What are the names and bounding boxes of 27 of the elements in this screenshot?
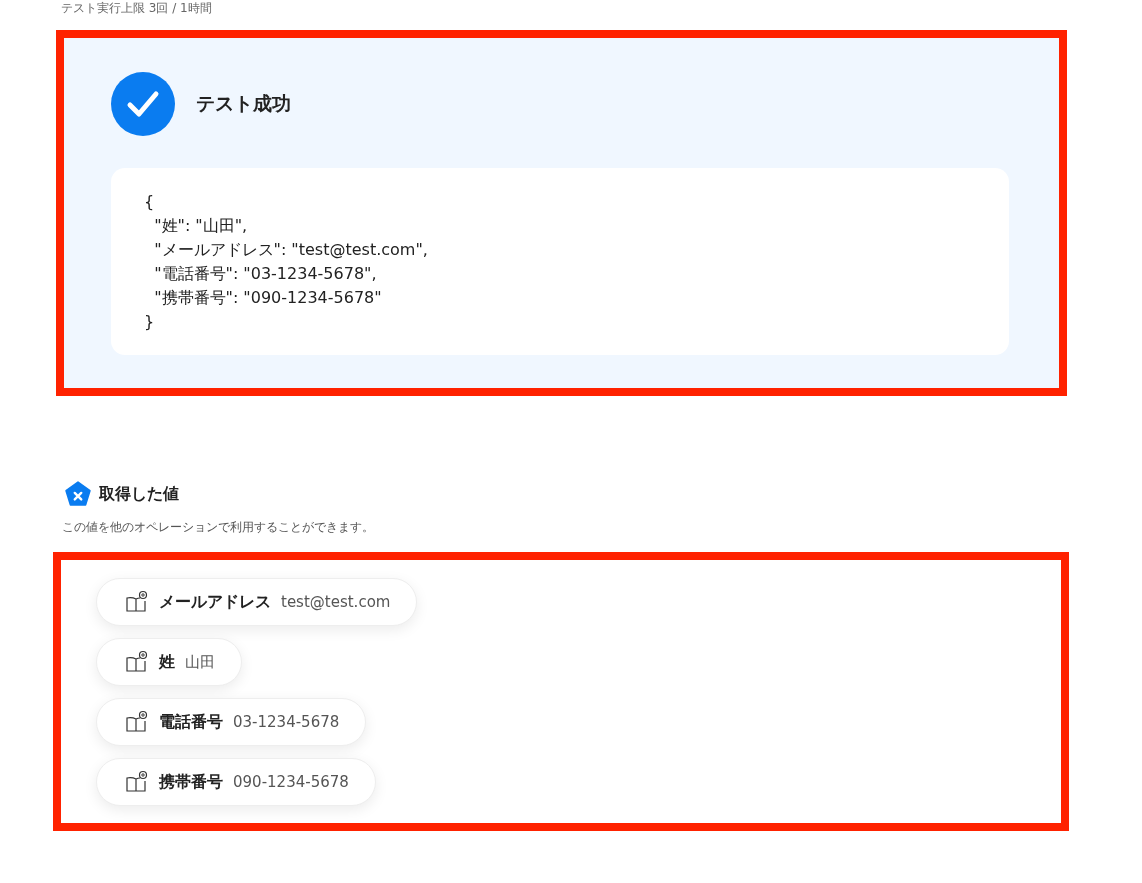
chip-value: 山田 bbox=[185, 652, 215, 672]
book-icon bbox=[125, 770, 149, 794]
code-line: "姓": "山田", bbox=[153, 215, 249, 237]
book-icon bbox=[125, 650, 149, 674]
value-chip[interactable]: メールアドレス test@test.com bbox=[96, 578, 418, 626]
code-line: { bbox=[144, 191, 156, 213]
value-chip[interactable]: 電話番号 03-1234-5678 bbox=[96, 698, 367, 746]
chip-value: 090-1234-5678 bbox=[233, 773, 349, 791]
chip-value: test@test.com bbox=[281, 593, 391, 611]
pentagon-x-icon bbox=[65, 481, 91, 507]
result-title: テスト成功 bbox=[196, 91, 291, 116]
code-line: "携帯番号": "090-1234-5678" bbox=[153, 287, 383, 309]
chip-label: メールアドレス bbox=[159, 591, 271, 613]
value-chip[interactable]: 携帯番号 090-1234-5678 bbox=[96, 758, 376, 806]
chip-value: 03-1234-5678 bbox=[233, 713, 340, 731]
limit-note: テスト実行上限 3回 / 1時間 bbox=[61, 0, 213, 16]
code-line: "電話番号": "03-1234-5678", bbox=[153, 263, 378, 285]
section-description: この値を他のオペレーションで利用することができます。 bbox=[62, 519, 375, 536]
chip-label: 携帯番号 bbox=[159, 771, 223, 793]
section-title: 取得した値 bbox=[99, 483, 179, 505]
code-line: "メールアドレス": "test@test.com", bbox=[153, 239, 429, 261]
value-chip[interactable]: 姓 山田 bbox=[96, 638, 242, 686]
chip-label: 電話番号 bbox=[159, 711, 223, 733]
book-icon bbox=[125, 710, 149, 734]
chip-label: 姓 bbox=[159, 651, 175, 673]
book-icon bbox=[125, 590, 149, 614]
code-line: } bbox=[144, 311, 156, 333]
